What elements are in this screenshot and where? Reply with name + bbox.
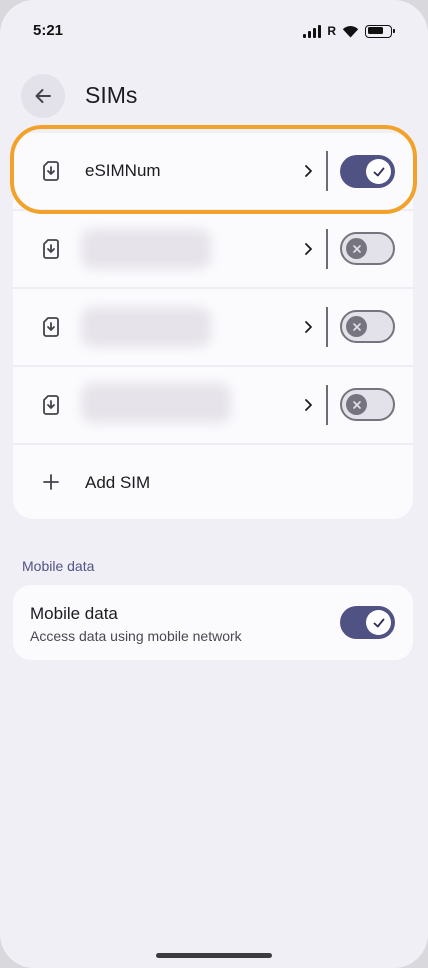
toggle-knob	[346, 238, 367, 259]
arrow-back-icon	[35, 89, 51, 103]
toggle-knob	[346, 316, 367, 337]
vertical-divider	[326, 307, 328, 347]
sim-toggle[interactable]	[340, 388, 395, 421]
status-time: 5:21	[33, 22, 64, 39]
mobile-data-row[interactable]: Mobile data Access data using mobile net…	[13, 585, 413, 660]
section-heading-mobile-data: Mobile data	[22, 558, 95, 574]
vertical-divider	[326, 385, 328, 425]
signal-icon	[303, 24, 322, 38]
sim-download-icon	[43, 395, 59, 415]
blurred-sim-name	[81, 229, 211, 269]
check-icon	[373, 167, 384, 176]
check-icon	[373, 618, 384, 627]
chevron-right-icon	[305, 243, 312, 255]
sim-row-esim[interactable]: eSIMNum	[13, 133, 413, 209]
sim-list-card: eSIMNum Add SIM	[13, 133, 413, 519]
status-icons: R	[303, 22, 395, 40]
chevron-right-icon	[305, 165, 312, 177]
page-title: SIMs	[85, 82, 138, 108]
close-icon	[352, 400, 361, 409]
sim-download-icon	[43, 239, 59, 259]
plus-icon	[43, 474, 59, 490]
sim-toggle[interactable]	[340, 155, 395, 188]
sim-name: eSIMNum	[85, 161, 161, 180]
vertical-divider	[326, 151, 328, 191]
battery-icon	[365, 24, 395, 38]
mobile-data-title: Mobile data	[30, 604, 118, 623]
sim-row-4[interactable]	[13, 367, 413, 443]
wifi-icon	[342, 25, 359, 37]
sim-row-2[interactable]	[13, 211, 413, 287]
status-bar: 5:21 R	[0, 0, 428, 60]
sim-download-icon	[43, 161, 59, 181]
chevron-right-icon	[305, 321, 312, 333]
mobile-data-toggle[interactable]	[340, 606, 395, 639]
toggle-knob	[346, 394, 367, 415]
blurred-sim-name	[81, 383, 231, 423]
add-sim-button[interactable]: Add SIM	[13, 445, 413, 519]
close-icon	[352, 244, 361, 253]
sim-toggle[interactable]	[340, 310, 395, 343]
roaming-indicator: R	[327, 23, 336, 38]
blurred-sim-name	[81, 307, 211, 347]
close-icon	[352, 322, 361, 331]
phone-screen: 5:21 R SIMs eSIMNum Add SIM Mobile data …	[0, 0, 428, 968]
vertical-divider	[326, 229, 328, 269]
mobile-data-subtitle: Access data using mobile network	[30, 628, 242, 644]
toggle-knob	[366, 159, 391, 184]
sim-download-icon	[43, 317, 59, 337]
chevron-right-icon	[305, 399, 312, 411]
back-button[interactable]	[21, 74, 65, 118]
toggle-knob	[366, 610, 391, 635]
add-sim-label: Add SIM	[85, 473, 151, 492]
home-indicator[interactable]	[156, 953, 272, 958]
sim-row-3[interactable]	[13, 289, 413, 365]
sim-toggle[interactable]	[340, 232, 395, 265]
